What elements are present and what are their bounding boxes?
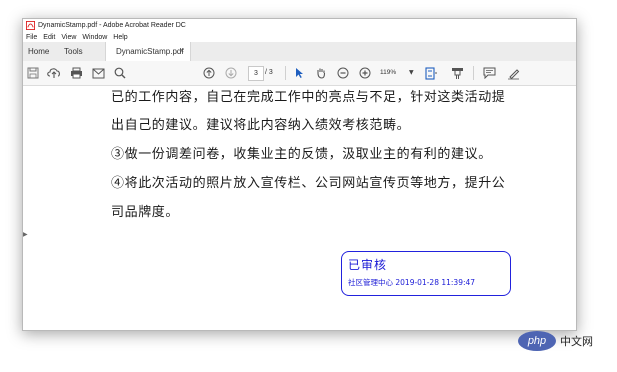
print-icon[interactable] — [68, 65, 84, 81]
menu-bar: File Edit View Window Help — [23, 32, 576, 42]
acrobat-window: DynamicStamp.pdf - Adobe Acrobat Reader … — [22, 18, 577, 331]
document-text-line: ③做一份调差问卷，收集业主的反馈，汲取业主的有利的建议。 — [111, 147, 492, 162]
acrobat-app-icon — [26, 21, 35, 30]
document-text-line: 已的工作内容，自己在完成工作中的亮点与不足，针对这类活动提 — [111, 90, 506, 105]
left-panel-toggle-icon[interactable]: ▶ — [23, 231, 28, 238]
save-icon[interactable] — [25, 65, 41, 81]
watermark-text: 中文网 — [560, 335, 593, 348]
menu-edit[interactable]: Edit — [43, 34, 55, 41]
menu-view[interactable]: View — [61, 34, 76, 41]
page-up-icon[interactable] — [201, 65, 217, 81]
comment-icon[interactable] — [481, 65, 497, 81]
zoom-level[interactable]: 119% — [380, 66, 396, 80]
document-text-line: ④将此次活动的照片放入宣传栏、公司网站宣传页等地方，提升公 — [111, 176, 506, 191]
document-text-line: 司品牌度。 — [111, 205, 180, 220]
page-down-icon[interactable] — [223, 65, 239, 81]
document-text-line: 出自己的建议。建议将此内容纳入绩效考核范畴。 — [111, 118, 411, 133]
approval-stamp[interactable]: 已审核 社区管理中心 2019-01-28 11:39:47 — [341, 251, 511, 296]
zoom-in-icon[interactable] — [357, 65, 373, 81]
tab-document-label: DynamicStamp.pdf — [116, 47, 184, 56]
fit-page-icon[interactable] — [423, 65, 439, 81]
hand-icon[interactable] — [313, 65, 329, 81]
site-watermark: php 中文网 — [518, 329, 593, 353]
menu-window[interactable]: Window — [82, 34, 107, 41]
tab-home[interactable]: Home — [28, 42, 49, 61]
toolbar-divider — [285, 66, 286, 80]
stamp-title: 已审核 — [348, 258, 388, 272]
page-total: / 3 — [265, 69, 273, 76]
select-arrow-icon[interactable] — [291, 65, 307, 81]
tab-document[interactable]: DynamicStamp.pdf × — [105, 42, 191, 61]
email-icon[interactable] — [90, 65, 106, 81]
php-logo: php — [518, 331, 556, 351]
toolbar-divider — [473, 66, 474, 80]
highlighter-icon[interactable] — [449, 65, 465, 81]
window-title: DynamicStamp.pdf - Adobe Acrobat Reader … — [38, 22, 186, 29]
search-icon[interactable] — [112, 65, 128, 81]
title-bar: DynamicStamp.pdf - Adobe Acrobat Reader … — [23, 19, 576, 32]
zoom-out-icon[interactable] — [335, 65, 351, 81]
tab-bar: Home Tools DynamicStamp.pdf × — [23, 42, 576, 62]
sign-pen-icon[interactable] — [505, 65, 521, 81]
stamp-subtitle: 社区管理中心 2019-01-28 11:39:47 — [348, 278, 476, 287]
tab-tools[interactable]: Tools — [64, 42, 83, 61]
document-viewer[interactable]: ▶ 已的工作内容，自己在完成工作中的亮点与不足，针对这类活动提 出自己的建议。建… — [23, 86, 576, 330]
menu-help[interactable]: Help — [113, 34, 127, 41]
toolbar: 3 / 3 119% ▼ — [23, 61, 576, 86]
tab-close-icon[interactable]: × — [180, 42, 184, 61]
zoom-dropdown-icon[interactable]: ▼ — [409, 66, 414, 80]
page-number-input[interactable]: 3 — [248, 66, 264, 81]
upload-icon[interactable] — [46, 65, 62, 81]
menu-file[interactable]: File — [26, 34, 37, 41]
